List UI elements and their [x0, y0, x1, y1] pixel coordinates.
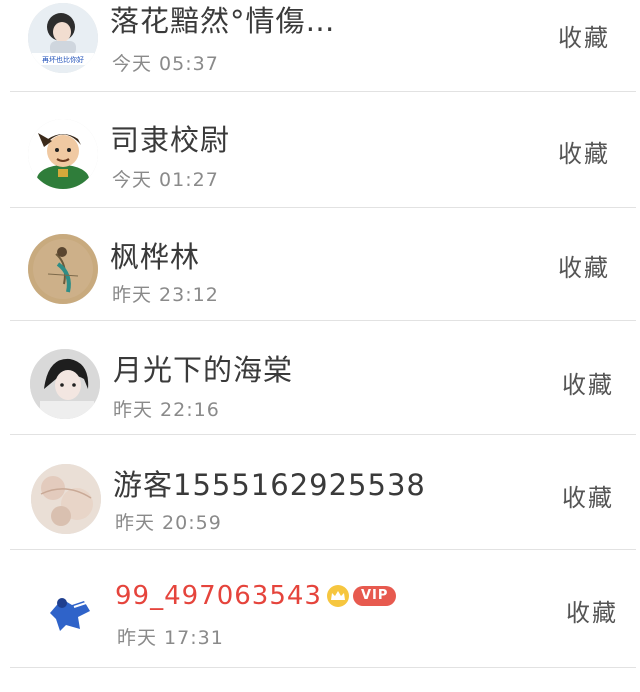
divider	[10, 667, 636, 668]
avatar[interactable]	[36, 577, 106, 647]
favorite-button[interactable]: 收藏	[566, 593, 618, 628]
divider	[10, 91, 636, 92]
timestamp: 今天 05:37	[112, 53, 219, 75]
user-name: 99_497063543 VIP	[115, 581, 397, 611]
list-item[interactable]: 枫桦林 昨天 23:12 收藏	[0, 232, 640, 347]
avatar[interactable]	[30, 349, 100, 419]
timestamp: 昨天 23:12	[112, 284, 219, 306]
timestamp: 昨天 20:59	[115, 512, 222, 534]
avatar-image	[28, 234, 98, 304]
divider	[10, 434, 636, 435]
vip-badge: VIP	[352, 586, 397, 606]
divider	[10, 320, 636, 321]
vip-user-name: 99_497063543	[115, 581, 322, 611]
favorite-button[interactable]: 收藏	[558, 18, 610, 53]
timestamp: 昨天 17:31	[117, 627, 224, 649]
user-name: 月光下的海棠	[113, 353, 294, 387]
favorite-button[interactable]: 收藏	[562, 478, 614, 513]
avatar-image: 再坏也比你好	[28, 3, 98, 73]
avatar-image	[31, 464, 101, 534]
timestamp: 昨天 22:16	[113, 399, 220, 421]
list-item[interactable]: 月光下的海棠 昨天 22:16 收藏	[0, 347, 640, 462]
avatar-image	[28, 119, 98, 189]
list-item[interactable]: 再坏也比你好 落花黯然°情傷… 今天 05:37 收藏	[0, 0, 640, 115]
favorite-button[interactable]: 收藏	[558, 134, 610, 169]
avatar[interactable]	[31, 464, 101, 534]
list-item[interactable]: 游客1555162925538 昨天 20:59 收藏	[0, 462, 640, 577]
divider	[10, 549, 636, 550]
avatar-caption: 再坏也比你好	[42, 55, 84, 64]
divider	[10, 207, 636, 208]
list-item[interactable]: 司隶校尉 今天 01:27 收藏	[0, 117, 640, 232]
avatar-image	[36, 577, 106, 647]
favorite-button[interactable]: 收藏	[558, 248, 610, 283]
user-name: 落花黯然°情傷…	[110, 4, 336, 38]
timestamp: 今天 01:27	[112, 169, 219, 191]
crown-icon	[326, 585, 349, 607]
user-name: 司隶校尉	[110, 123, 231, 157]
avatar[interactable]	[28, 119, 98, 189]
avatar[interactable]: 再坏也比你好	[28, 3, 98, 73]
favorites-list: 再坏也比你好 落花黯然°情傷… 今天 05:37 收藏 司隶校尉 今天 01:2…	[0, 0, 640, 679]
list-item[interactable]: 99_497063543 VIP 昨天 17:31 收藏	[0, 577, 640, 692]
avatar[interactable]	[28, 234, 98, 304]
user-name: 枫桦林	[110, 240, 201, 274]
avatar-image	[30, 349, 100, 419]
user-name: 游客1555162925538	[113, 468, 426, 502]
favorite-button[interactable]: 收藏	[562, 365, 614, 400]
